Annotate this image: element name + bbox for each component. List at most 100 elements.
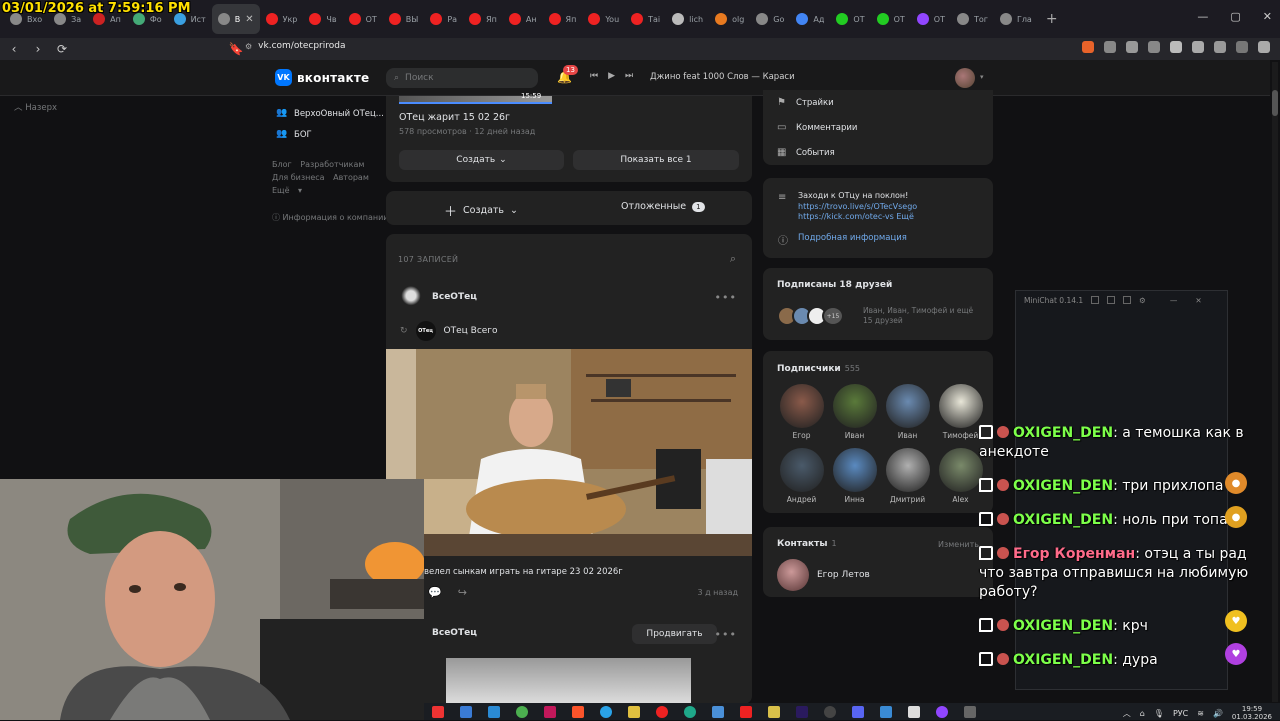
deferred-posts-button[interactable]: Отложенные 1	[621, 201, 705, 212]
follower-item[interactable]: Инна	[828, 448, 881, 504]
browser-tab[interactable]: Ан	[503, 4, 543, 34]
edit-contacts-link[interactable]: Изменить	[938, 540, 979, 549]
bookmark-icon[interactable]: 🔖	[226, 42, 246, 56]
sidebar-icon[interactable]	[1192, 41, 1204, 53]
wifi-icon[interactable]: ≋	[1197, 709, 1204, 718]
app-icon[interactable]	[964, 705, 976, 718]
back-icon[interactable]: ‹	[4, 42, 24, 56]
menu-item-comments[interactable]: ▭ Комментарии	[763, 115, 993, 140]
brave-icon[interactable]	[572, 705, 584, 718]
site-info-icon[interactable]: ⚙	[245, 42, 252, 51]
avatar[interactable]	[777, 559, 809, 591]
left-nav-item[interactable]: 👥 ВерхоОвный ОТец...	[276, 103, 384, 124]
details-link[interactable]: Подробная информация	[798, 233, 907, 243]
edge-icon[interactable]	[684, 705, 696, 718]
twitch-icon[interactable]	[936, 705, 948, 718]
browser-tab[interactable]: Таі	[625, 4, 666, 34]
create-post-button[interactable]: ＋ Создать ⌄	[444, 201, 518, 220]
tab-close-icon[interactable]: ✕	[245, 14, 253, 25]
browser-tab[interactable]: Go	[750, 4, 790, 34]
page-scrollbar[interactable]	[1272, 62, 1278, 702]
notepad-icon[interactable]	[880, 705, 892, 718]
avatar[interactable]	[398, 284, 424, 310]
chevron-up-icon[interactable]: ︿	[1123, 708, 1131, 719]
browser-tab[interactable]: ОТ	[911, 4, 951, 34]
calculator-icon[interactable]	[712, 705, 724, 718]
post-photo[interactable]	[446, 658, 691, 704]
company-info-link[interactable]: ⓘ Информация о компании	[272, 212, 388, 223]
app-icon[interactable]	[460, 705, 472, 718]
more-options-icon[interactable]: •••	[715, 628, 737, 641]
menu-item-events[interactable]: ▦ События	[763, 140, 993, 165]
app-icon[interactable]	[740, 705, 752, 718]
next-track-icon[interactable]: ⏭	[625, 71, 633, 81]
follower-item[interactable]: Андрей	[775, 448, 828, 504]
browser-tab[interactable]: Тог	[951, 4, 994, 34]
telegram-icon[interactable]	[600, 705, 612, 718]
browser-tab[interactable]: You	[582, 4, 625, 34]
discord-icon[interactable]	[852, 705, 864, 718]
browser-tab[interactable]: Укр	[260, 4, 304, 34]
browser-tab[interactable]: ОТ	[343, 4, 383, 34]
browser-tab[interactable]: Яп	[543, 4, 583, 34]
chevron-down-icon[interactable]: ▾	[980, 73, 984, 81]
promote-button[interactable]: Продвигать	[632, 624, 717, 644]
scrollbar-thumb[interactable]	[1272, 90, 1278, 116]
search-input[interactable]: ⌕ Поиск	[386, 68, 538, 88]
shield-icon[interactable]	[1236, 41, 1248, 53]
post-author[interactable]: ВсеОТец	[398, 284, 477, 310]
extension-icon[interactable]	[1148, 41, 1160, 53]
prev-track-icon[interactable]: ⏮	[590, 71, 598, 81]
browser-tab[interactable]: lich	[666, 4, 709, 34]
browser-tab[interactable]: Гла	[994, 4, 1038, 34]
language-indicator[interactable]: РУС	[1173, 709, 1188, 718]
avatar[interactable]	[955, 68, 975, 88]
minimize-icon[interactable]: —	[1197, 10, 1208, 23]
app-icon[interactable]	[544, 705, 556, 718]
about-more-link[interactable]: Ещё	[896, 212, 914, 221]
browser-tab[interactable]: В ✕	[211, 4, 260, 34]
file-icon[interactable]	[908, 705, 920, 718]
browser-tab[interactable]: ОТ	[871, 4, 911, 34]
avatar[interactable]: ОТец	[415, 321, 436, 341]
follower-item[interactable]: Дмитрий	[881, 448, 934, 504]
premiere-icon[interactable]	[796, 705, 808, 718]
browser-tab[interactable]: Ад	[790, 4, 830, 34]
extension-icon[interactable]	[1082, 41, 1094, 53]
window-icon[interactable]	[1107, 296, 1116, 304]
now-playing-track[interactable]: Джино feat 1000 Слов — Караси	[650, 72, 795, 82]
post-photo[interactable]	[386, 349, 752, 556]
browser-tab[interactable]: Яп	[463, 4, 503, 34]
browser-tab[interactable]: olg	[709, 4, 750, 34]
browser-tab[interactable]: ВЫ	[383, 4, 425, 34]
close-icon[interactable]: ✕	[1263, 10, 1272, 23]
footer-link[interactable]: Блог	[272, 160, 292, 169]
comment-icon[interactable]: 💬	[428, 586, 442, 599]
footer-link-more[interactable]: Ещё	[272, 186, 290, 195]
opera-icon[interactable]	[656, 705, 668, 718]
play-icon[interactable]: ▶	[608, 71, 615, 81]
show-all-button[interactable]: Показать все 1	[573, 150, 739, 170]
more-options-icon[interactable]: •••	[715, 291, 737, 304]
back-to-top[interactable]: ︿ Назерх	[14, 101, 57, 113]
gear-icon[interactable]: ⚙	[1139, 296, 1146, 305]
post-author-name[interactable]: ВсеОТец	[432, 292, 477, 302]
footer-link[interactable]: Авторам	[333, 173, 369, 182]
system-clock[interactable]: 19:59 01.03.2026	[1232, 705, 1272, 721]
volume-icon[interactable]: 🔊	[1213, 709, 1223, 718]
new-tab-icon[interactable]: +	[1038, 11, 1066, 27]
list-icon[interactable]	[1123, 296, 1132, 304]
chrome-icon[interactable]	[516, 705, 528, 718]
app-icon[interactable]	[432, 705, 444, 718]
browser-tab[interactable]: ОТ	[830, 4, 870, 34]
share-icon[interactable]: ↪	[458, 586, 467, 599]
follower-item[interactable]: Егор	[775, 384, 828, 440]
create-video-button[interactable]: Создать ⌄	[399, 150, 564, 170]
contact-name[interactable]: Егор Летов	[817, 570, 870, 580]
wallet-icon[interactable]	[1214, 41, 1226, 53]
reload-icon[interactable]: ⟳	[52, 42, 72, 56]
friends-subscribed-card[interactable]: Подписаны 18 друзей +15 Иван, Иван, Тимо…	[763, 268, 993, 340]
search-icon[interactable]: ⌕	[730, 252, 736, 266]
copy-icon[interactable]	[1091, 296, 1100, 304]
footer-link[interactable]: Разработчикам	[300, 160, 364, 169]
